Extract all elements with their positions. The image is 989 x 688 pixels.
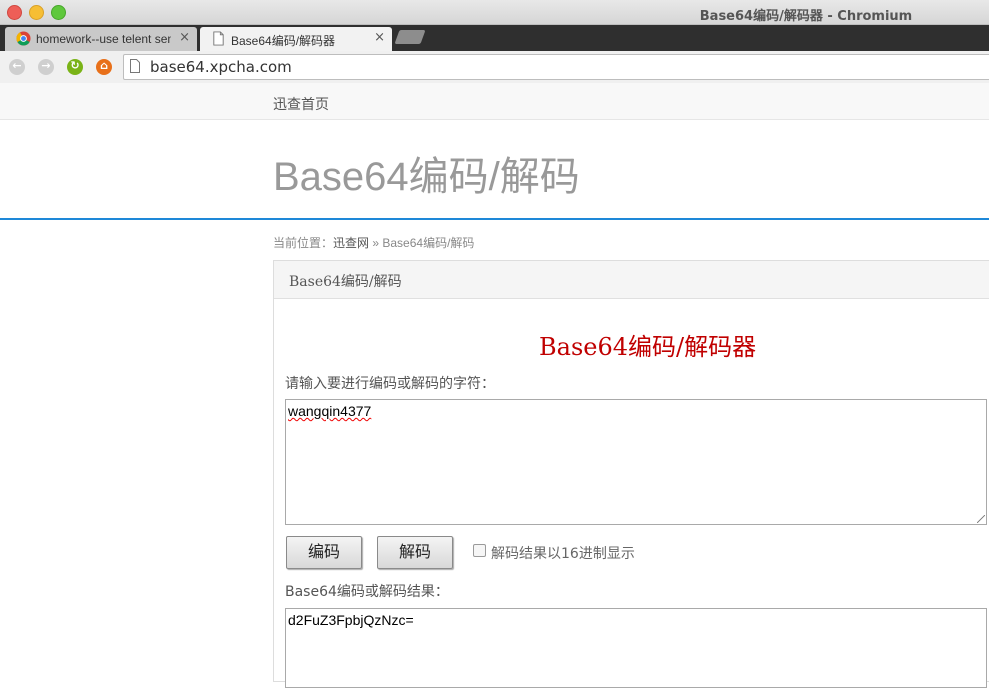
tool-title: Base64编码/解码器 <box>539 333 757 361</box>
browser-toolbar: ← → ↻ ⌂ base64.xpcha.com <box>0 51 989 84</box>
page-icon <box>213 31 224 46</box>
hex-checkbox[interactable] <box>473 544 486 557</box>
new-tab-button[interactable] <box>394 30 426 44</box>
tab-strip: homework--use telent sen × Base64编码/解码器 … <box>0 25 989 51</box>
arrow-left-icon: ← <box>12 59 22 72</box>
tab-homework[interactable]: homework--use telent sen × <box>5 27 197 51</box>
close-tab-icon[interactable]: × <box>179 30 190 45</box>
home-button[interactable]: ⌂ <box>96 59 112 75</box>
url-text: base64.xpcha.com <box>150 58 292 76</box>
breadcrumb-separator: » <box>369 236 383 250</box>
decode-button[interactable]: 解码 <box>377 536 453 569</box>
input-textarea[interactable]: wangqin4377 <box>285 399 987 525</box>
chrome-icon <box>16 31 31 46</box>
resize-handle[interactable] <box>977 515 985 523</box>
input-text: wangqin4377 <box>288 403 372 419</box>
breadcrumb-site-link[interactable]: 迅查网 <box>333 236 369 250</box>
result-text: d2FuZ3FpbjQzNzc= <box>288 612 414 628</box>
breadcrumb-current: Base64编码/解码 <box>382 236 475 250</box>
header-divider <box>0 218 989 220</box>
panel-header: Base64编码/解码 <box>274 261 989 299</box>
close-tab-icon[interactable]: × <box>374 30 385 45</box>
page-icon <box>130 59 140 73</box>
minimize-window-button[interactable] <box>29 5 44 20</box>
home-icon: ⌂ <box>100 59 108 72</box>
back-button[interactable]: ← <box>9 59 25 75</box>
forward-button[interactable]: → <box>38 59 54 75</box>
tool-panel: Base64编码/解码 Base64编码/解码器 请输入要进行编码或解码的字符：… <box>273 260 989 688</box>
result-label: Base64编码或解码结果： <box>285 584 449 600</box>
result-textarea[interactable]: d2FuZ3FpbjQzNzc= <box>285 608 987 688</box>
tab-base64[interactable]: Base64编码/解码器 × <box>200 27 392 51</box>
reload-icon: ↻ <box>70 59 80 72</box>
address-bar[interactable]: base64.xpcha.com <box>123 54 989 80</box>
maximize-window-button[interactable] <box>51 5 66 20</box>
site-nav: 迅查首页 <box>0 83 989 120</box>
reload-button[interactable]: ↻ <box>67 59 83 75</box>
panel-heading: Base64编码/解码 <box>289 274 402 290</box>
tab-label: Base64编码/解码器 <box>231 34 336 48</box>
nav-home-link[interactable]: 迅查首页 <box>273 94 329 114</box>
page-title: Base64编码/解码 <box>273 155 580 199</box>
window-titlebar: Base64编码/解码器 - Chromium <box>0 0 989 25</box>
window-title: Base64编码/解码器 - Chromium <box>699 9 913 24</box>
arrow-right-icon: → <box>41 59 51 72</box>
close-window-button[interactable] <box>7 5 22 20</box>
breadcrumb: 当前位置：迅查网 » Base64编码/解码 <box>273 234 474 251</box>
encode-button[interactable]: 编码 <box>286 536 362 569</box>
tab-label: homework--use telent sen <box>36 32 171 46</box>
hex-checkbox-label: 解码结果以16进制显示 <box>491 546 635 562</box>
input-prompt: 请输入要进行编码或解码的字符： <box>285 376 495 392</box>
breadcrumb-prefix: 当前位置： <box>273 236 334 250</box>
